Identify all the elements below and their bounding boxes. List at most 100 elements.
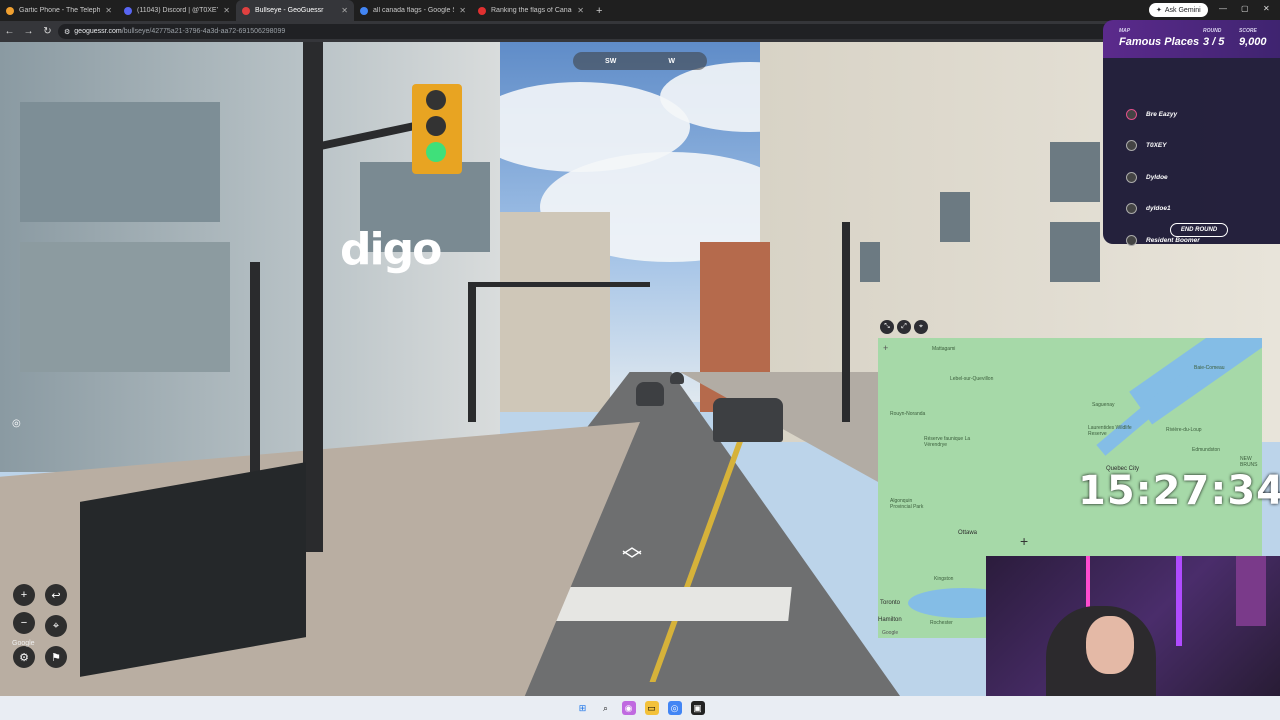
player-name: Dyldoe [1146,173,1168,181]
gemini-sparkle-icon: ✦ [1156,7,1162,14]
move-back-arrow-icon[interactable]: ﹀ [622,551,642,571]
map-place-label: Kingston [934,576,954,582]
tab-title: Bullseye - GeoGuessr [255,7,324,14]
browser-tab-gartic[interactable]: Gartic Phone - The Telephone G ✕ [0,0,118,21]
map-place-label: Baie-Comeau [1194,365,1225,371]
building-window [940,192,970,242]
car [713,398,783,442]
game-status-header: MAP Famous Places ROUND 3 / 5 SCORE 9,00… [1103,20,1280,58]
close-tab-icon[interactable]: ✕ [459,6,466,15]
map-expand-icon[interactable]: ⤢ [897,320,911,334]
map-tools: ⤡ ⤢ ⌖ [880,320,928,334]
flag-icon: ⚑ [51,651,61,664]
store-sign: digo [340,224,442,275]
zoom-in-button[interactable]: + [13,584,35,606]
address-bar[interactable]: ⚙ geoguessr.com/bullseye/42775a21-3796-4… [58,24,1138,39]
compass-heading-sw: SW [605,57,617,65]
google-favicon-icon [360,6,368,15]
reload-icon[interactable]: ↻ [38,26,57,37]
close-tab-icon[interactable]: ✕ [577,6,584,15]
player-name: dyldoe1 [1146,204,1171,212]
browser-tab-flags-ranking[interactable]: Ranking the flags of Canada's p ✕ [472,0,590,21]
map-pin-icon[interactable]: ⌖ [914,320,928,334]
back-arrow-icon[interactable]: ← [0,26,19,37]
ask-gemini-button[interactable]: ✦ Ask Gemini [1149,3,1208,17]
amber-lamp [426,116,446,136]
browser-tab-google-search[interactable]: all canada flags - Google Searc ✕ [354,0,472,21]
url-path: /bullseye/42775a21-3796-4a3d-aa72-691506… [121,28,286,35]
tab-title: (11043) Discord | @T0XEY [137,7,219,14]
map-shrink-icon[interactable]: ⤡ [880,320,894,334]
discord-favicon-icon [124,6,132,15]
youtube-favicon-icon [478,6,486,15]
traffic-pole [303,42,323,552]
maximize-window-icon[interactable]: ▢ [1241,4,1249,13]
building-window [1050,142,1100,202]
round-label: ROUND [1203,28,1222,34]
tab-title: all canada flags - Google Searc [373,7,454,14]
location-pin-icon: ⌖ [52,619,60,632]
minimize-window-icon[interactable]: — [1219,4,1227,13]
obs-icon[interactable]: ▣ [690,701,705,715]
move-arrows[interactable]: ︿ ﹀ [622,537,642,571]
browser-toolbar: ← → ↻ ⚙ geoguessr.com/bullseye/42775a21-… [0,21,1280,42]
zoom-out-button[interactable]: − [13,612,35,634]
player-avatar [1126,202,1137,214]
building-far-left [500,212,610,412]
red-lamp [426,90,446,110]
site-info-icon[interactable]: ⚙ [64,28,70,36]
settings-button[interactable]: ⚙ [13,646,35,668]
map-place-label: Mattagami [932,346,956,352]
player-row: T0XEY [1126,136,1167,154]
crosshair-cursor-icon: + [1020,533,1029,549]
compass-reset-icon[interactable]: ◎ [12,418,21,429]
ask-gemini-label: Ask Gemini [1164,6,1201,14]
map-place-label: Rivière-du-Loup [1166,427,1202,433]
map-attribution: Google [882,630,899,636]
player-avatar [1126,139,1137,151]
browser-tab-geoguessr[interactable]: Bullseye - GeoGuessr ✕ [236,0,354,21]
undo-move-button[interactable]: ↩ [45,584,67,606]
end-round-button[interactable]: END ROUND [1170,223,1228,237]
player-avatar [1126,171,1137,183]
player-name: Resident Boomer [1146,236,1200,244]
tab-title: Gartic Phone - The Telephone G [19,7,101,14]
close-tab-icon[interactable]: ✕ [105,6,112,15]
map-zoom-in-icon[interactable]: + [883,343,888,353]
player-row: Bre Eazyy [1126,105,1177,123]
streamer-face [1086,616,1134,674]
close-tab-icon[interactable]: ✕ [223,6,230,15]
geoguessr-favicon-icon [242,6,250,15]
green-lamp [426,142,446,162]
file-explorer-icon[interactable]: ▭ [644,701,659,715]
copilot-icon[interactable]: ◉ [621,701,636,715]
round-value: 3 / 5 [1203,36,1225,48]
map-place-label: Hamilton [878,617,902,623]
forward-arrow-icon[interactable]: → [19,26,38,37]
player-avatar [1126,108,1137,120]
player-row: Dyldoe [1126,168,1168,186]
new-tab-button[interactable]: + [596,5,602,17]
browser-tab-discord[interactable]: (11043) Discord | @T0XEY ✕ [118,0,236,21]
close-tab-icon[interactable]: ✕ [341,6,348,15]
stream-clock: 15:27:34 [1078,468,1280,514]
flag-button[interactable]: ⚑ [45,646,67,668]
return-to-start-button[interactable]: ⌖ [45,615,67,637]
windows-start-icon[interactable]: ⊞ [576,701,590,715]
chrome-icon[interactable]: ◎ [667,701,682,715]
led-strip [1176,556,1182,646]
search-icon[interactable]: ⌕ [599,701,613,715]
close-window-icon[interactable]: ✕ [1263,4,1270,13]
player-avatar [1126,234,1137,246]
player-row: dyldoe1 [1126,199,1171,217]
map-place-label: Rouyn-Noranda [890,411,926,417]
building-window [20,242,230,372]
player-name: Bre Eazyy [1146,110,1178,118]
windows-taskbar: ⊞ ⌕ ◉ ▭ ◎ ▣ [0,696,1280,720]
map-place-label: Saguenay [1092,402,1115,408]
map-place-label: NEW BRUNS [1240,456,1258,468]
score-value: 9,000 [1239,36,1267,48]
score-label: SCORE [1239,28,1257,34]
gear-icon: ⚙ [19,651,29,664]
car [670,372,684,384]
